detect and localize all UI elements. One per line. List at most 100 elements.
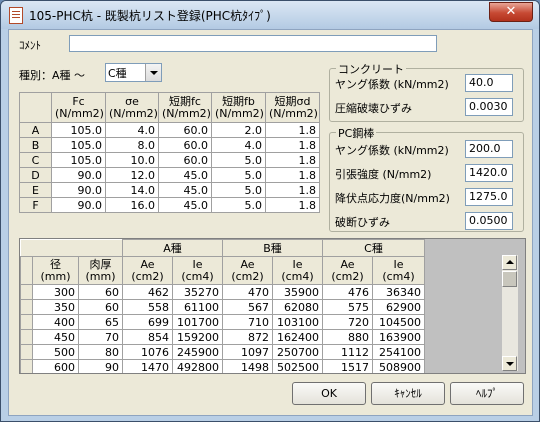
pile-cell[interactable]: 60 [78, 299, 123, 315]
table-row[interactable]: A 105.0 4.0 60.0 2.0 1.8 [19, 122, 320, 138]
table-row[interactable]: F 90.0 16.0 45.0 5.0 1.8 [19, 197, 320, 213]
grade-row-header[interactable]: F [19, 197, 52, 213]
pile-cell[interactable]: 35900 [271, 284, 324, 300]
grade-cell[interactable]: 1.8 [265, 122, 320, 138]
pile-cell[interactable]: 350 [32, 299, 79, 315]
pile-cell[interactable]: 1470 [122, 359, 173, 373]
grade-cell[interactable]: 14.0 [105, 182, 159, 198]
concrete-strain-input[interactable]: 0.0030 [465, 98, 513, 116]
steel-tensile-input[interactable]: 1420.0 [465, 164, 513, 182]
pile-cell[interactable]: 70 [78, 329, 123, 345]
pile-cell[interactable]: 462 [122, 284, 173, 300]
pile-cell[interactable]: 250700 [271, 344, 324, 360]
pile-cell[interactable]: 872 [222, 329, 273, 345]
pile-cell[interactable]: 600 [32, 359, 79, 373]
table-row[interactable]: 500 80 1076 245900 1097 250700 1112 254100 [20, 344, 426, 360]
steel-break-input[interactable]: 0.0500 [465, 212, 513, 230]
pile-cell[interactable]: 400 [32, 314, 79, 330]
steel-yield-input[interactable]: 1275.0 [465, 188, 513, 206]
comment-input[interactable] [69, 35, 437, 52]
grade-cell[interactable]: 12.0 [105, 167, 159, 183]
pile-cell[interactable]: 1097 [222, 344, 273, 360]
grade-cell[interactable]: 60.0 [158, 122, 212, 138]
pile-cell[interactable]: 162400 [271, 329, 324, 345]
grade-cell[interactable]: 5.0 [211, 152, 266, 168]
grade-cell[interactable]: 105.0 [51, 122, 106, 138]
scroll-up-icon[interactable] [502, 255, 517, 270]
pile-cell[interactable]: 300 [32, 284, 79, 300]
grade-row-header[interactable]: E [19, 182, 52, 198]
pile-cell[interactable]: 159200 [172, 329, 223, 345]
pile-row-header[interactable] [20, 359, 33, 373]
title-bar[interactable]: 105-PHC杭 - 既製杭リスト登録(PHC杭ﾀｲﾌﾟ) ✕ [1, 1, 539, 29]
pile-cell[interactable]: 699 [122, 314, 173, 330]
pile-cell[interactable]: 502500 [271, 359, 324, 373]
pile-cell[interactable]: 254100 [372, 344, 426, 360]
pile-cell[interactable]: 492800 [172, 359, 223, 373]
grade-cell[interactable]: 90.0 [51, 182, 106, 198]
grade-cell[interactable]: 45.0 [158, 182, 212, 198]
pile-cell[interactable]: 60 [78, 284, 123, 300]
pile-cell[interactable]: 90 [78, 359, 123, 373]
pile-cell[interactable]: 61100 [172, 299, 223, 315]
pile-cell[interactable]: 80 [78, 344, 123, 360]
pile-cell[interactable]: 558 [122, 299, 173, 315]
grade-cell[interactable]: 60.0 [158, 137, 212, 153]
chevron-down-icon[interactable] [145, 64, 161, 81]
pile-cell[interactable]: 104500 [372, 314, 426, 330]
pile-cell[interactable]: 65 [78, 314, 123, 330]
grade-cell[interactable]: 105.0 [51, 137, 106, 153]
pile-cell[interactable]: 880 [322, 329, 374, 345]
table-row[interactable]: C 105.0 10.0 60.0 5.0 1.8 [19, 152, 320, 168]
grade-cell[interactable]: 5.0 [211, 167, 266, 183]
grade-row-header[interactable]: C [19, 152, 52, 168]
grade-cell[interactable]: 60.0 [158, 152, 212, 168]
pile-cell[interactable]: 500 [32, 344, 79, 360]
grade-cell[interactable]: 16.0 [105, 197, 159, 213]
pile-cell[interactable]: 163900 [372, 329, 426, 345]
pile-cell[interactable]: 854 [122, 329, 173, 345]
scroll-down-icon[interactable] [502, 356, 517, 371]
type-select[interactable]: C種 [105, 63, 162, 82]
grade-cell[interactable]: 1.8 [265, 167, 320, 183]
grade-cell[interactable]: 45.0 [158, 167, 212, 183]
pile-cell[interactable]: 101700 [172, 314, 223, 330]
pile-cell[interactable]: 567 [222, 299, 273, 315]
grade-cell[interactable]: 4.0 [211, 137, 266, 153]
grade-cell[interactable]: 90.0 [51, 167, 106, 183]
grade-cell[interactable]: 105.0 [51, 152, 106, 168]
close-button[interactable]: ✕ [489, 2, 533, 22]
table-row[interactable]: 400 65 699 101700 710 103100 720 104500 [20, 314, 426, 330]
grade-row-header[interactable]: A [19, 122, 52, 138]
grade-cell[interactable]: 1.8 [265, 137, 320, 153]
pile-row-header[interactable] [20, 299, 33, 315]
table-row[interactable]: 450 70 854 159200 872 162400 880 163900 [20, 329, 426, 345]
grade-cell[interactable]: 4.0 [105, 122, 159, 138]
pile-cell[interactable]: 36340 [372, 284, 426, 300]
pile-cell[interactable]: 103100 [271, 314, 324, 330]
steel-young-input[interactable]: 200.0 [465, 140, 513, 158]
grade-cell[interactable]: 2.0 [211, 122, 266, 138]
help-button[interactable]: ﾍﾙﾌﾟ [450, 382, 524, 405]
pile-row-header[interactable] [20, 314, 33, 330]
grade-row-header[interactable]: D [19, 167, 52, 183]
pile-scrollbar[interactable] [501, 255, 518, 371]
grade-cell[interactable]: 5.0 [211, 182, 266, 198]
table-row[interactable]: D 90.0 12.0 45.0 5.0 1.8 [19, 167, 320, 183]
pile-cell[interactable]: 245900 [172, 344, 223, 360]
grade-cell[interactable]: 1.8 [265, 182, 320, 198]
pile-cell[interactable]: 508900 [372, 359, 426, 373]
grade-cell[interactable]: 45.0 [158, 197, 212, 213]
pile-cell[interactable]: 450 [32, 329, 79, 345]
scroll-thumb[interactable] [502, 271, 517, 287]
pile-cell[interactable]: 1517 [322, 359, 374, 373]
grade-row-header[interactable]: B [19, 137, 52, 153]
table-row[interactable]: E 90.0 14.0 45.0 5.0 1.8 [19, 182, 320, 198]
table-row[interactable]: 350 60 558 61100 567 62080 575 62900 [20, 299, 426, 315]
pile-cell[interactable]: 476 [322, 284, 374, 300]
table-row[interactable]: 300 60 462 35270 470 35900 476 36340 [20, 284, 426, 300]
concrete-young-input[interactable]: 40.0 [465, 74, 513, 92]
pile-cell[interactable]: 62900 [372, 299, 426, 315]
pile-cell[interactable]: 575 [322, 299, 374, 315]
pile-cell[interactable]: 470 [222, 284, 273, 300]
